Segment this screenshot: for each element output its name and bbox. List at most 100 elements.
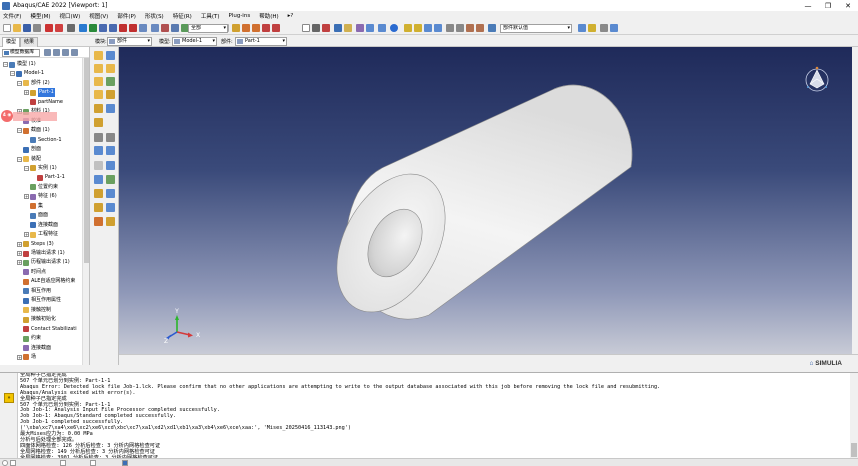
create-round-icon[interactable] — [106, 90, 115, 99]
query-icon[interactable] — [67, 24, 75, 32]
geometry-edit-icon[interactable] — [106, 133, 115, 142]
tree-node[interactable]: + 场 — [17, 353, 36, 362]
tree-expander-icon[interactable]: + — [24, 194, 29, 200]
selection-filter-select[interactable]: 全部 — [188, 24, 228, 33]
magnify-icon[interactable] — [99, 24, 107, 32]
tree-expander-icon[interactable]: − — [10, 71, 15, 77]
attach-icon[interactable] — [106, 175, 115, 184]
part-cylinder[interactable] — [315, 84, 633, 330]
perspective-icon[interactable] — [378, 24, 386, 32]
menu-shape[interactable]: 形状(S) — [145, 12, 164, 20]
color-options-icon[interactable] — [588, 24, 596, 32]
menu-context-help[interactable]: ▸? — [288, 13, 294, 19]
tree-node[interactable]: Section-1 — [24, 136, 62, 145]
tree-node[interactable]: − 截面 (1) — [17, 126, 50, 135]
xyz-csys-icon[interactable] — [312, 24, 320, 32]
tree-node[interactable]: partName — [24, 98, 63, 107]
context-toggle-icon[interactable] — [610, 24, 618, 32]
view-cube[interactable] — [805, 66, 829, 92]
tree-node[interactable]: 面面 — [24, 211, 48, 220]
message-scroll-thumb[interactable] — [851, 443, 857, 457]
new-file-icon[interactable] — [3, 24, 11, 32]
set-manager-icon[interactable] — [106, 189, 115, 198]
viewport[interactable]: Y X Z — [119, 47, 852, 354]
create-datum-icon[interactable] — [106, 104, 115, 113]
module-select[interactable]: 部件 — [107, 37, 152, 46]
tool-settings-icon[interactable] — [272, 24, 280, 32]
render-wireframe-icon[interactable] — [334, 24, 342, 32]
tree-scroll-thumb[interactable] — [84, 58, 89, 263]
create-wire-icon[interactable] — [106, 77, 115, 86]
search-icon[interactable] — [2, 460, 8, 466]
tree-settings-icon[interactable] — [71, 49, 78, 56]
maximize-button[interactable]: ❐ — [818, 2, 838, 10]
tree-expander-icon[interactable]: − — [17, 128, 22, 134]
pick-tool-icon[interactable] — [232, 24, 240, 32]
tree-node[interactable]: ALE自适应网格约束 — [17, 277, 75, 286]
record-icon[interactable] — [55, 24, 63, 32]
repair-icon[interactable] — [94, 133, 103, 142]
menu-part[interactable]: 部件(P) — [117, 12, 136, 20]
tree-node[interactable]: + 场输出请求 (1) — [17, 249, 65, 258]
reference-point-icon[interactable] — [94, 175, 103, 184]
tree-node[interactable]: 约束 — [17, 334, 41, 343]
tab-model[interactable]: 模型 — [2, 37, 21, 47]
open-folder-icon[interactable] — [13, 24, 21, 32]
tree-expander-icon[interactable]: + — [17, 260, 22, 266]
tree-expander-icon[interactable]: + — [17, 354, 22, 360]
tree-node[interactable]: 时间点 — [17, 268, 46, 277]
tree-node[interactable]: 接触控制 — [17, 306, 51, 315]
stop-icon[interactable] — [45, 24, 53, 32]
menu-view[interactable]: 视图(V) — [89, 12, 108, 20]
tab-results[interactable]: 结果 — [20, 37, 39, 47]
tree-expander-icon[interactable]: + — [24, 232, 29, 238]
replace-icon[interactable] — [434, 24, 442, 32]
tree-node[interactable]: Part-1-1 — [31, 173, 65, 182]
color-code-icon[interactable] — [414, 24, 422, 32]
print-icon[interactable] — [33, 24, 41, 32]
tree-node[interactable]: 位置约束 — [24, 183, 58, 192]
tree-node[interactable]: 相互作用 — [17, 287, 51, 296]
datum-axis-icon[interactable] — [106, 146, 115, 155]
tree-node[interactable]: + 特征 (6) — [24, 192, 57, 201]
view-cut-manager-icon[interactable] — [476, 24, 484, 32]
menu-help[interactable]: 帮助(H) — [259, 12, 278, 20]
part-select[interactable]: Part-1 — [235, 37, 287, 46]
info-icon[interactable] — [390, 24, 398, 32]
tree-node[interactable]: Contact Stabilizati — [17, 325, 77, 334]
feature-manager-icon[interactable] — [94, 189, 103, 198]
tree-node[interactable]: − 装配 — [17, 155, 41, 164]
tree-node[interactable]: 集 — [24, 202, 43, 211]
menu-tools[interactable]: 工具(T) — [201, 12, 220, 20]
recorder-badge[interactable]: 4 ◉ — [1, 110, 13, 122]
tree-node[interactable]: − Model-1 — [10, 69, 44, 78]
datum-csys-icon[interactable] — [106, 161, 115, 170]
menu-model[interactable]: 模型(M) — [30, 12, 50, 20]
render-style-select[interactable]: 部件默认值 — [500, 24, 572, 33]
create-part-icon[interactable] — [94, 51, 103, 60]
menu-viewport[interactable]: 视口(W) — [60, 12, 81, 20]
skin-icon[interactable] — [94, 217, 103, 226]
display-group-icon[interactable] — [424, 24, 432, 32]
view-cut-icon[interactable] — [466, 24, 474, 32]
datum-point-icon[interactable] — [94, 146, 103, 155]
minimize-button[interactable]: — — [798, 2, 818, 10]
stringer-icon[interactable] — [106, 217, 115, 226]
expand-all-icon[interactable] — [53, 49, 60, 56]
menu-plugins[interactable]: Plug-ins — [229, 13, 251, 19]
tree-expander-icon[interactable]: + — [17, 251, 22, 256]
tree-manager-select[interactable]: 模型数据库 — [2, 49, 40, 57]
tree-node[interactable]: + 工程特征 — [24, 230, 58, 239]
viewport-scrollbar[interactable] — [852, 47, 858, 354]
create-cut-icon[interactable] — [94, 90, 103, 99]
tree-node[interactable]: − 部件 (2) — [17, 79, 50, 88]
pick-polygon-icon[interactable] — [262, 24, 270, 32]
save-icon[interactable] — [23, 24, 31, 32]
surface-manager-icon[interactable] — [94, 203, 103, 212]
tree-node[interactable]: − 模型 (1) — [3, 60, 36, 69]
filter-icon[interactable] — [44, 49, 51, 56]
tree-node[interactable]: 接触初始化 — [17, 315, 56, 324]
tree-node[interactable]: 剖面 — [17, 145, 41, 154]
datum-plane-icon[interactable] — [94, 161, 103, 170]
tree-node[interactable]: 连接截面 — [17, 344, 51, 353]
